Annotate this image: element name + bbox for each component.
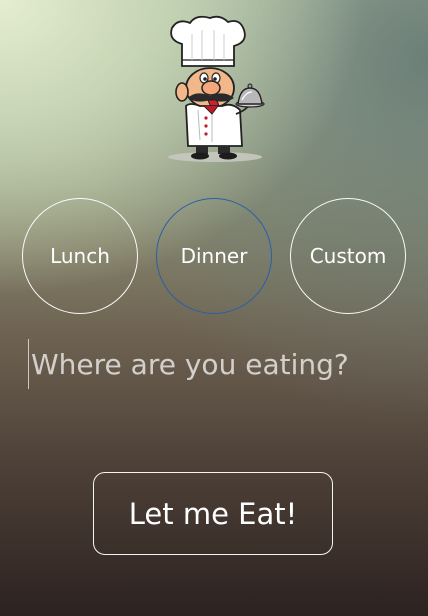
dinner-button[interactable]: Dinner <box>156 198 272 314</box>
meal-selector: Lunch Dinner Custom <box>22 198 406 318</box>
location-input[interactable] <box>28 339 398 389</box>
chef-icon <box>160 14 270 164</box>
lunch-button[interactable]: Lunch <box>22 198 138 314</box>
app-screen: Lunch Dinner Custom Let me Eat! <box>0 0 428 616</box>
let-me-eat-button[interactable]: Let me Eat! <box>93 472 333 555</box>
custom-button[interactable]: Custom <box>290 198 406 314</box>
location-field <box>28 339 398 389</box>
